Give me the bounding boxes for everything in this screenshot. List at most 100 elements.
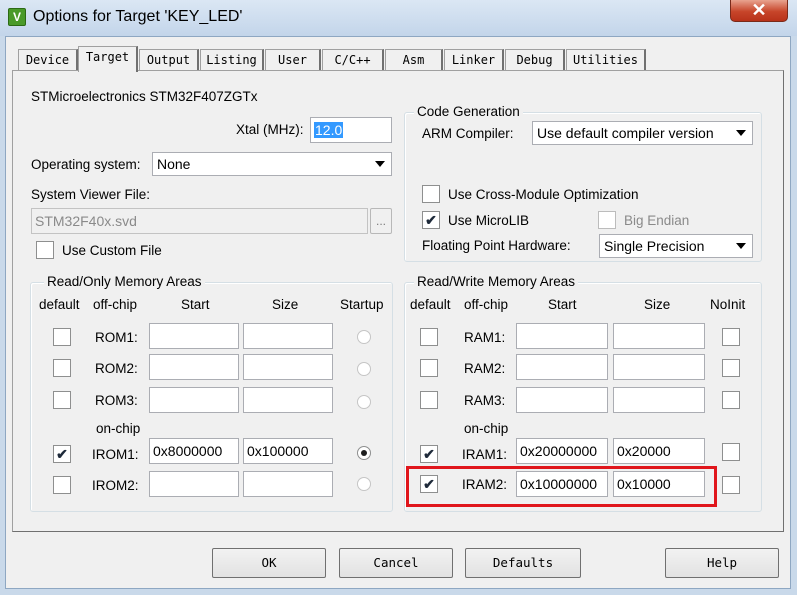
rom3-default-checkbox[interactable] — [53, 391, 71, 409]
tab-listing[interactable]: Listing — [200, 49, 264, 71]
ram2-noinit-checkbox[interactable] — [722, 359, 740, 377]
code-generation-title: Code Generation — [414, 104, 523, 119]
irom1-label: IROM1: — [92, 447, 139, 462]
tab-asm[interactable]: Asm — [385, 49, 443, 71]
arm-compiler-value: Use default compiler version — [537, 125, 714, 141]
defaults-button[interactable]: Defaults — [465, 548, 581, 578]
big-endian-label: Big Endian — [624, 213, 690, 228]
close-button[interactable]: ✕ — [730, 0, 788, 22]
rom1-default-checkbox[interactable] — [53, 328, 71, 346]
iram1-default-checkbox[interactable]: ✔ — [420, 445, 438, 463]
rom1-size-input[interactable] — [243, 323, 333, 349]
rom-header-startup: Startup — [340, 297, 384, 312]
fpu-select[interactable]: Single Precision — [599, 234, 753, 258]
use-custom-file-label: Use Custom File — [62, 243, 162, 258]
ram2-label: RAM2: — [464, 361, 506, 376]
ram-header-offchip: off-chip — [464, 297, 509, 312]
irom2-label: IROM2: — [92, 478, 139, 493]
rom-group-title: Read/Only Memory Areas — [44, 274, 205, 289]
rom2-default-checkbox[interactable] — [53, 359, 71, 377]
rom-header-offchip: off-chip — [93, 297, 138, 312]
ram3-label: RAM3: — [464, 393, 506, 408]
irom1-start-input[interactable]: 0x8000000 — [149, 438, 239, 464]
tab-user[interactable]: User — [265, 49, 321, 71]
rom3-start-input[interactable] — [149, 387, 239, 413]
ram3-size-input[interactable] — [613, 387, 705, 413]
iram1-noinit-checkbox[interactable] — [722, 443, 740, 461]
rom1-label: ROM1: — [95, 330, 138, 345]
iram1-start-input[interactable]: 0x20000000 — [516, 438, 608, 464]
rom-header-start: Start — [181, 297, 210, 312]
rom-onchip-label: on-chip — [96, 421, 141, 436]
svd-label: System Viewer File: — [31, 187, 151, 202]
help-button[interactable]: Help — [665, 548, 779, 578]
os-select[interactable]: None — [152, 152, 392, 176]
svd-file-input[interactable]: STM32F40x.svd — [31, 208, 368, 234]
radio-selected-dot-icon — [361, 450, 367, 456]
ram1-noinit-checkbox[interactable] — [722, 328, 740, 346]
rom1-startup-radio[interactable] — [357, 330, 371, 344]
microlib-checkbox[interactable]: ✔ — [422, 211, 440, 229]
ram-header-default: default — [410, 297, 451, 312]
use-custom-file-checkbox[interactable] — [36, 241, 54, 259]
microlib-label: Use MicroLIB — [448, 213, 530, 228]
xtal-value: 12.0 — [314, 122, 344, 138]
tab-device[interactable]: Device — [18, 49, 78, 71]
fpu-label: Floating Point Hardware: — [422, 238, 571, 253]
ram1-default-checkbox[interactable] — [420, 328, 438, 346]
iram2-noinit-checkbox[interactable] — [722, 476, 740, 494]
xtal-label: Xtal (MHz): — [236, 122, 304, 137]
tab-cpp[interactable]: C/C++ — [322, 49, 384, 71]
ram-onchip-label: on-chip — [464, 421, 509, 436]
arm-compiler-label: ARM Compiler: — [422, 126, 514, 141]
tab-debug[interactable]: Debug — [505, 49, 565, 71]
irom2-default-checkbox[interactable] — [53, 476, 71, 494]
rom-header-default: default — [39, 297, 80, 312]
irom2-startup-radio[interactable] — [357, 477, 371, 491]
tab-linker[interactable]: Linker — [444, 49, 504, 71]
ram2-default-checkbox[interactable] — [420, 359, 438, 377]
ok-button[interactable]: OK — [212, 548, 326, 578]
rom2-startup-radio[interactable] — [357, 362, 371, 376]
ram3-default-checkbox[interactable] — [420, 391, 438, 409]
tab-target[interactable]: Target — [78, 46, 138, 72]
iram1-label: IRAM1: — [462, 447, 508, 462]
arm-compiler-select[interactable]: Use default compiler version — [532, 121, 753, 145]
ram1-size-input[interactable] — [613, 323, 705, 349]
ram3-noinit-checkbox[interactable] — [722, 391, 740, 409]
rom3-startup-radio[interactable] — [357, 395, 371, 409]
big-endian-checkbox[interactable] — [598, 211, 616, 229]
ram1-label: RAM1: — [464, 330, 506, 345]
ram-group-title: Read/Write Memory Areas — [414, 274, 579, 289]
iram1-size-input[interactable]: 0x20000 — [613, 438, 705, 464]
irom1-size-input[interactable]: 0x100000 — [243, 438, 333, 464]
ram3-start-input[interactable] — [516, 387, 608, 413]
ram2-size-input[interactable] — [613, 354, 705, 380]
uvision-icon: V — [8, 8, 26, 26]
tab-utilities[interactable]: Utilities — [566, 49, 646, 71]
ram2-start-input[interactable] — [516, 354, 608, 380]
chevron-down-icon — [736, 243, 746, 249]
tab-output[interactable]: Output — [139, 49, 199, 71]
rom3-size-input[interactable] — [243, 387, 333, 413]
rom2-label: ROM2: — [95, 361, 138, 376]
cancel-button[interactable]: Cancel — [339, 548, 453, 578]
os-value: None — [157, 156, 191, 172]
ram1-start-input[interactable] — [516, 323, 608, 349]
irom2-start-input[interactable] — [149, 471, 239, 497]
xtal-input[interactable]: 12.0 — [310, 117, 392, 143]
iram2-highlight-box — [406, 466, 717, 507]
fpu-value: Single Precision — [604, 238, 705, 254]
irom2-size-input[interactable] — [243, 471, 333, 497]
irom1-default-checkbox[interactable]: ✔ — [53, 445, 71, 463]
rom2-size-input[interactable] — [243, 354, 333, 380]
irom1-startup-radio[interactable] — [357, 446, 371, 460]
rom3-label: ROM3: — [95, 393, 138, 408]
svd-browse-button[interactable]: ... — [370, 208, 392, 234]
cross-module-checkbox[interactable] — [422, 185, 440, 203]
chevron-down-icon — [375, 161, 385, 167]
rom1-start-input[interactable] — [149, 323, 239, 349]
window-title: Options for Target 'KEY_LED' — [33, 8, 243, 25]
rom2-start-input[interactable] — [149, 354, 239, 380]
device-name: STMicroelectronics STM32F407ZGTx — [31, 89, 258, 104]
